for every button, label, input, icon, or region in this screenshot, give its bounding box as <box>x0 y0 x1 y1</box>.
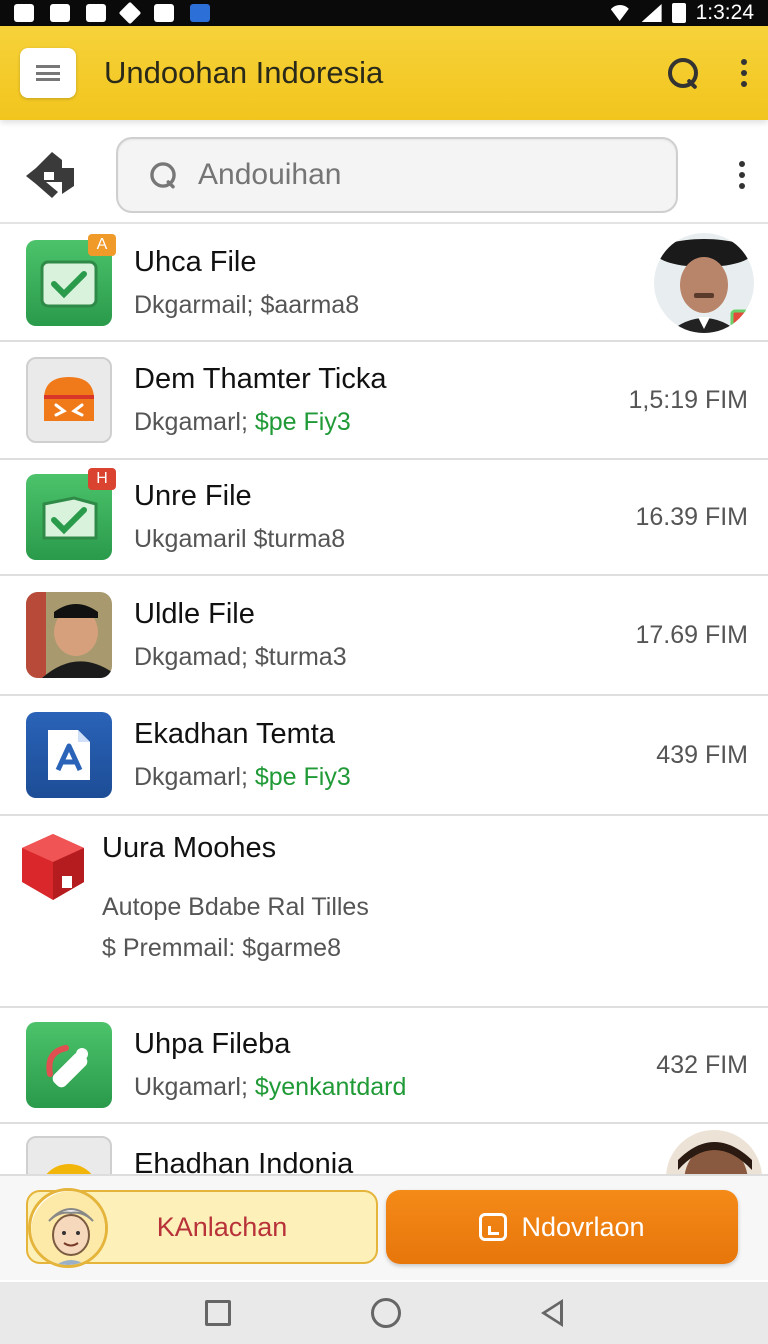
list-item-time: 439 FIM <box>656 740 748 769</box>
list-item-title: Dem Thamter Ticka <box>134 363 387 395</box>
search-icon[interactable] <box>666 56 700 90</box>
list-item-time: 17.69 FIM <box>635 620 748 649</box>
location-icon <box>118 1 142 25</box>
avatar[interactable] <box>654 233 754 333</box>
image-icon <box>50 4 70 22</box>
list-item-title: Uhpa Fileba <box>134 1028 291 1060</box>
more-vert-icon[interactable] <box>740 59 748 87</box>
badge: H <box>88 468 116 490</box>
list-item[interactable]: Dem Thamter Ticka Dkgamarl; $pe Fiy3 1,5… <box>0 342 768 460</box>
list-item[interactable]: Ekadhan Temta Dkgamarl; $pe Fiy3 439 FIM <box>0 696 768 816</box>
menu-button[interactable] <box>20 48 76 98</box>
list-item-subtitle: Dkgarmail; $aarma8 <box>134 291 360 319</box>
list-item-subtitle: Dkgamad; $turma3 <box>134 643 347 671</box>
list-item[interactable]: Uhpa Fileba Ukgamarl; $yenkantdard 432 F… <box>0 1008 768 1124</box>
list-item[interactable]: Uldle File Dkgamad; $turma3 17.69 FIM <box>0 576 768 696</box>
list-item-time: 432 FIM <box>656 1050 748 1079</box>
list-item-subtitle: Dkgamarl; $pe Fiy3 <box>134 763 351 791</box>
orange-ticket-icon <box>26 357 112 443</box>
person-photo <box>26 592 112 678</box>
list-item-title: Ekadhan Temta <box>134 718 335 750</box>
list-item-description: Autope Bdabe Ral Tilles <box>102 893 369 921</box>
list-item-subtitle: Dkgamarl; $pe Fiy3 <box>134 408 351 436</box>
green-phone-icon <box>26 1022 112 1108</box>
list-item[interactable]: A Uhca File Dkgarmail; $aarma8 <box>0 226 768 342</box>
list-item-title: Uura Moohes <box>102 832 277 864</box>
wifi-icon <box>607 5 632 21</box>
app-bar: Undoohan Indoresia <box>0 26 768 120</box>
file-list: A Uhca File Dkgarmail; $aarma8 Dem Thamt… <box>0 226 768 1184</box>
list-item-title: Unre File <box>134 480 252 512</box>
badge: A <box>88 234 116 256</box>
circle-nav-icon[interactable] <box>371 1298 401 1328</box>
app-icon <box>190 4 210 22</box>
green-file-check-icon: A <box>26 234 116 326</box>
status-bar: 1:3:24 <box>0 0 768 26</box>
kanlachan-label: KAnlachan <box>156 1211 288 1242</box>
page-title: Undoohan Indoresia <box>104 55 384 90</box>
ndovrlaon-label: Ndovrlaon <box>521 1211 645 1242</box>
list-item-title: Uldle File <box>134 598 255 630</box>
search-icon <box>149 161 178 190</box>
system-nav-bar <box>0 1282 768 1344</box>
green-file-check-icon: H <box>26 468 116 560</box>
list-item-title: Uhca File <box>134 246 257 278</box>
battery-icon <box>671 3 686 23</box>
list-item-subtitle: Ukgamaril $turma8 <box>134 525 346 553</box>
kanlachan-button[interactable]: KAnlachan <box>26 1188 378 1268</box>
status-time: 1:3:24 <box>695 1 754 24</box>
bottom-actions: KAnlachan Ndovrlaon <box>0 1174 768 1280</box>
square-nav-icon[interactable] <box>205 1300 231 1326</box>
brand-logo-icon[interactable] <box>22 146 80 204</box>
signal-icon <box>641 4 662 22</box>
list-item[interactable]: H Unre File Ukgamaril $turma8 16.39 FIM <box>0 460 768 576</box>
document-icon <box>479 1213 508 1241</box>
add-icon <box>14 4 34 22</box>
menu-icon <box>36 65 60 81</box>
list-item-subtitle: $ Premmail: $garme8 <box>102 934 341 962</box>
list-item[interactable]: Uura Moohes Autope Bdabe Ral Tilles $ Pr… <box>0 816 768 1008</box>
ndovrlaon-button[interactable]: Ndovrlaon <box>386 1190 738 1264</box>
list-item-time: 1,5:19 FIM <box>628 385 749 414</box>
mascot-avatar <box>28 1188 108 1268</box>
flag-icon <box>86 4 106 22</box>
search-row <box>0 128 768 224</box>
back-nav-icon[interactable] <box>541 1299 563 1327</box>
blue-doc-icon <box>26 712 112 798</box>
red-cube-icon <box>22 834 84 900</box>
game-icon <box>154 4 174 22</box>
search-box[interactable] <box>116 137 678 213</box>
list-item-time: 16.39 FIM <box>635 502 748 531</box>
more-vert-icon[interactable] <box>738 161 746 189</box>
list-item-subtitle: Ukgamarl; $yenkantdard <box>134 1073 407 1101</box>
search-input[interactable] <box>198 158 598 192</box>
